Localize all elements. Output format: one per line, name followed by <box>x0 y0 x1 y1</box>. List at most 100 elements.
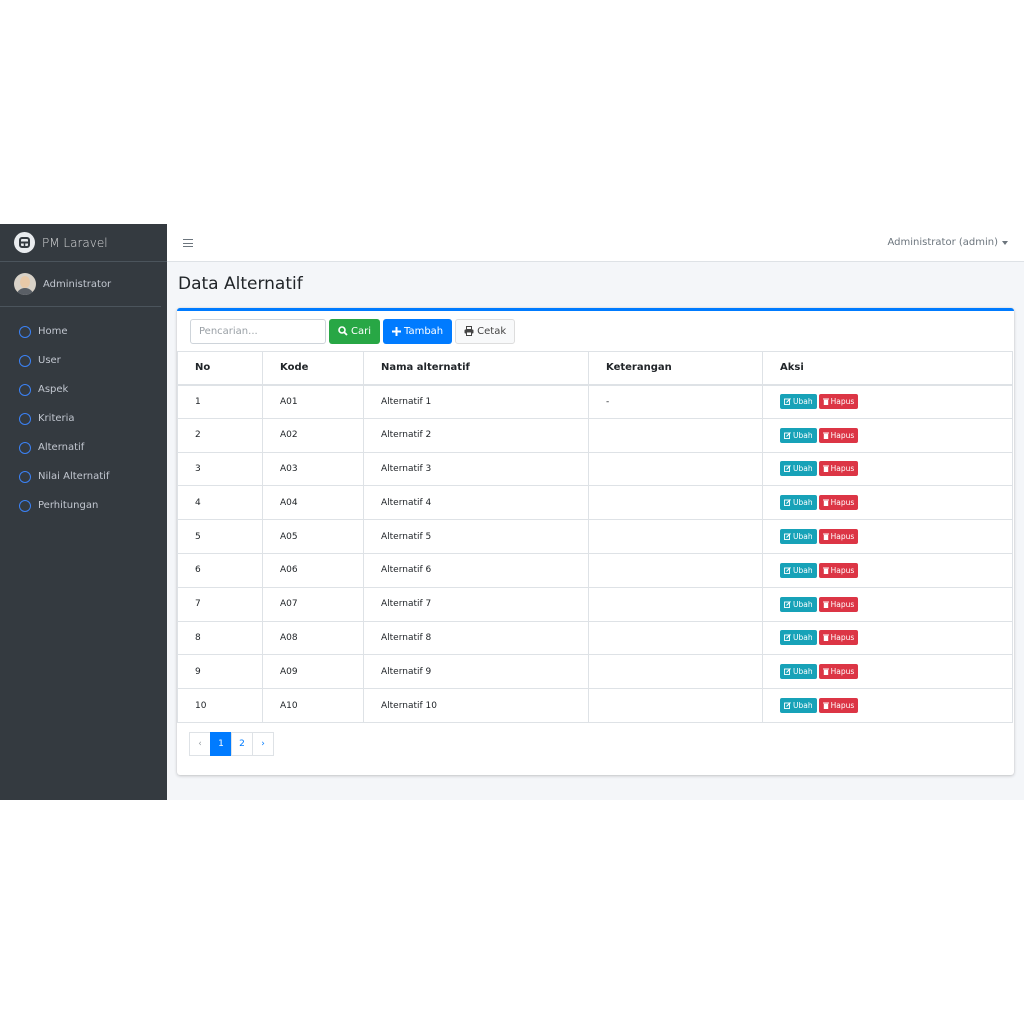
sidebar-item-user[interactable]: User <box>0 346 167 375</box>
delete-button[interactable]: Hapus <box>818 698 859 714</box>
column-header[interactable]: Keterangan <box>588 351 763 386</box>
column-header[interactable]: No <box>177 351 263 386</box>
search-input[interactable] <box>190 318 326 344</box>
delete-button[interactable]: Hapus <box>818 596 859 612</box>
edit-icon <box>784 465 791 473</box>
edit-button[interactable]: Ubah <box>780 529 817 545</box>
cell-kode: A10 <box>262 688 364 723</box>
sidebar-item-nilai-alternatif[interactable]: Nilai Alternatif <box>0 462 167 491</box>
delete-button-label: Hapus <box>830 464 855 474</box>
sidebar-item-aspek[interactable]: Aspek <box>0 375 167 404</box>
laravel-logo-icon <box>14 232 35 253</box>
edit-button[interactable]: Ubah <box>780 495 817 511</box>
delete-button[interactable]: Hapus <box>818 394 859 410</box>
sidebar-nav: Home User Aspek Kriteria Alternatif Nila… <box>0 307 167 520</box>
row-actions: Ubah Hapus <box>780 529 1012 545</box>
column-header[interactable]: Nama alternatif <box>363 351 589 386</box>
pagination-prev[interactable]: ‹ <box>189 731 211 756</box>
cell-no: 6 <box>177 553 263 588</box>
delete-button[interactable]: Hapus <box>818 664 859 680</box>
cell-keterangan <box>588 452 763 487</box>
delete-button[interactable]: Hapus <box>818 495 859 511</box>
row-actions: Ubah Hapus <box>780 630 1012 646</box>
edit-button-label: Ubah <box>793 464 813 474</box>
edit-button[interactable]: Ubah <box>780 698 817 714</box>
edit-button[interactable]: Ubah <box>780 630 817 646</box>
search-button[interactable]: Cari <box>329 318 380 344</box>
brand[interactable]: PM Laravel <box>0 224 167 262</box>
cell-keterangan <box>588 418 763 453</box>
cell-kode: A02 <box>262 418 364 453</box>
trash-icon <box>822 702 829 710</box>
circle-icon <box>19 499 31 512</box>
trash-icon <box>822 398 829 406</box>
delete-button[interactable]: Hapus <box>818 529 859 545</box>
delete-button-label: Hapus <box>830 498 855 508</box>
cell-no: 2 <box>177 418 263 453</box>
cell-nama: Alternatif 8 <box>363 621 589 656</box>
sidebar-item-label: Aspek <box>38 384 69 395</box>
cell-kode: A01 <box>262 384 364 419</box>
pagination-page-1[interactable]: 1 <box>210 731 232 756</box>
add-button-label: Tambah <box>404 325 444 337</box>
add-button[interactable]: Tambah <box>383 318 453 344</box>
trash-icon <box>822 499 829 507</box>
delete-button[interactable]: Hapus <box>818 461 859 477</box>
delete-button[interactable]: Hapus <box>818 630 859 646</box>
edit-button[interactable]: Ubah <box>780 427 817 443</box>
edit-icon <box>784 668 791 676</box>
edit-icon <box>784 566 791 574</box>
circle-icon <box>19 325 31 338</box>
pagination-next[interactable]: › <box>252 731 274 756</box>
circle-icon <box>19 383 31 396</box>
table-row: 2 A02 Alternatif 2 Ubah Hapus <box>177 418 1013 453</box>
print-button-label: Cetak <box>477 325 507 337</box>
user-panel[interactable]: Administrator <box>0 262 161 307</box>
user-menu-dropdown[interactable]: Administrator (admin) <box>888 237 1008 248</box>
edit-icon <box>784 634 791 642</box>
delete-button-label: Hapus <box>830 565 855 575</box>
print-button[interactable]: Cetak <box>455 318 516 344</box>
cell-no: 5 <box>177 519 263 554</box>
pagination-page-2[interactable]: 2 <box>231 731 253 756</box>
search-icon <box>338 326 348 336</box>
cell-no: 7 <box>177 587 263 622</box>
search-button-label: Cari <box>351 325 371 337</box>
cell-nama: Alternatif 4 <box>363 485 589 521</box>
edit-button-label: Ubah <box>793 701 813 711</box>
cell-kode: A07 <box>262 587 364 622</box>
column-header[interactable]: Kode <box>262 351 364 386</box>
sidebar-item-label: User <box>38 355 61 366</box>
delete-button[interactable]: Hapus <box>818 427 859 443</box>
delete-button-label: Hapus <box>830 599 855 609</box>
edit-button[interactable]: Ubah <box>780 664 817 680</box>
cell-aksi: Ubah Hapus <box>762 384 1013 419</box>
row-actions: Ubah Hapus <box>780 664 1012 680</box>
edit-icon <box>784 398 791 406</box>
trash-icon <box>822 668 829 676</box>
edit-button[interactable]: Ubah <box>780 596 817 612</box>
cell-no: 9 <box>177 654 263 690</box>
cell-no: 8 <box>177 621 263 656</box>
trash-icon <box>822 634 829 642</box>
sidebar-item-alternatif[interactable]: Alternatif <box>0 433 167 462</box>
edit-button[interactable]: Ubah <box>780 394 817 410</box>
edit-icon <box>784 702 791 710</box>
sidebar-item-perhitungan[interactable]: Perhitungan <box>0 491 167 520</box>
cell-nama: Alternatif 7 <box>363 587 589 622</box>
edit-button[interactable]: Ubah <box>780 461 817 477</box>
circle-icon <box>19 412 31 425</box>
edit-button[interactable]: Ubah <box>780 562 817 578</box>
delete-button[interactable]: Hapus <box>818 562 859 578</box>
edit-icon <box>784 499 791 507</box>
menu-icon[interactable] <box>183 238 193 247</box>
content: Data Alternatif Cari Tambah Cetak <box>167 262 1024 775</box>
sidebar-item-kriteria[interactable]: Kriteria <box>0 404 167 433</box>
table-row: 3 A03 Alternatif 3 Ubah Hapus <box>177 452 1013 487</box>
cell-nama: Alternatif 5 <box>363 519 589 554</box>
data-card: Cari Tambah Cetak No Kod <box>177 308 1014 775</box>
row-actions: Ubah Hapus <box>780 461 1012 477</box>
sidebar-item-home[interactable]: Home <box>0 317 167 346</box>
cell-kode: A09 <box>262 654 364 690</box>
column-header: Aksi <box>762 351 1013 386</box>
